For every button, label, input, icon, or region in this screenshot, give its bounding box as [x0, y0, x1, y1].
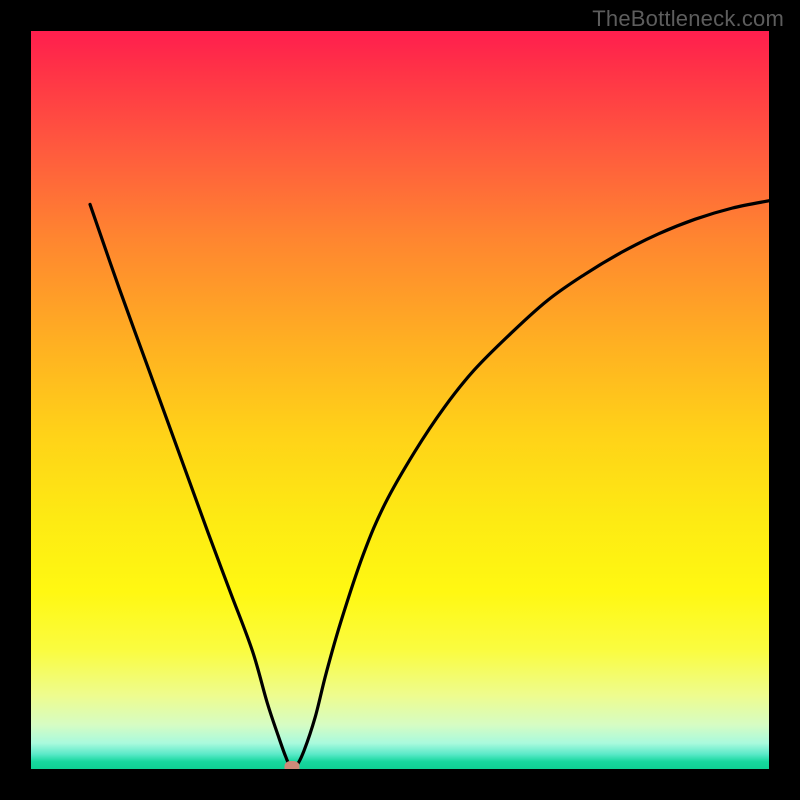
chart-frame: TheBottleneck.com [0, 0, 800, 800]
bottleneck-curve [31, 31, 769, 769]
watermark-text: TheBottleneck.com [592, 6, 784, 32]
optimal-point-marker [285, 761, 300, 769]
plot-area [31, 31, 769, 769]
